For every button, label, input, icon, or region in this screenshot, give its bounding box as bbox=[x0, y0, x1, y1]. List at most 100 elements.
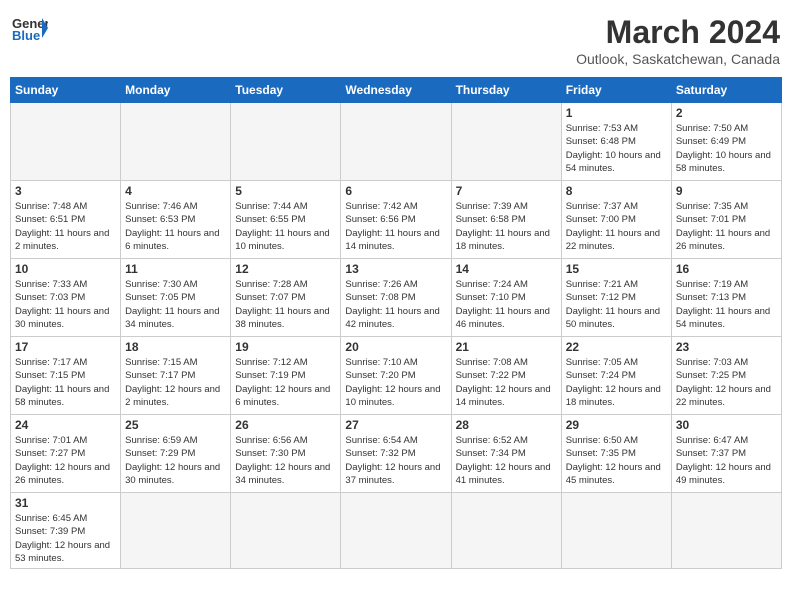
calendar-cell: 2 Sunrise: 7:50 AM Sunset: 6:49 PM Daylig… bbox=[671, 103, 781, 181]
day-number: 5 bbox=[235, 184, 336, 198]
day-info: Sunrise: 7:12 AM Sunset: 7:19 PM Dayligh… bbox=[235, 356, 336, 409]
calendar-cell: 12Sunrise: 7:28 AM Sunset: 7:07 PM Dayli… bbox=[231, 259, 341, 337]
day-info: Sunrise: 7:37 AM Sunset: 7:00 PM Dayligh… bbox=[566, 200, 667, 253]
day-number: 19 bbox=[235, 340, 336, 354]
calendar-cell: 5 Sunrise: 7:44 AM Sunset: 6:55 PM Daylig… bbox=[231, 181, 341, 259]
calendar-cell bbox=[11, 103, 121, 181]
calendar-cell: 14Sunrise: 7:24 AM Sunset: 7:10 PM Dayli… bbox=[451, 259, 561, 337]
day-number: 23 bbox=[676, 340, 777, 354]
day-number: 9 bbox=[676, 184, 777, 198]
day-info: Sunrise: 7:44 AM Sunset: 6:55 PM Dayligh… bbox=[235, 200, 336, 253]
week-row-2: 3Sunrise: 7:48 AM Sunset: 6:51 PM Daylig… bbox=[11, 181, 782, 259]
calendar-cell bbox=[671, 493, 781, 569]
day-number: 21 bbox=[456, 340, 557, 354]
day-info: Sunrise: 6:45 AM Sunset: 7:39 PM Dayligh… bbox=[15, 512, 116, 565]
day-number: 31 bbox=[15, 496, 116, 510]
day-number: 25 bbox=[125, 418, 226, 432]
calendar-cell: 4 Sunrise: 7:46 AM Sunset: 6:53 PM Daylig… bbox=[121, 181, 231, 259]
day-info: Sunrise: 7:17 AM Sunset: 7:15 PM Dayligh… bbox=[15, 356, 116, 409]
day-info: Sunrise: 7:46 AM Sunset: 6:53 PM Dayligh… bbox=[125, 200, 226, 253]
page-header: General Blue March 2024 Outlook, Saskatc… bbox=[10, 10, 782, 71]
calendar-cell: 15Sunrise: 7:21 AM Sunset: 7:12 PM Dayli… bbox=[561, 259, 671, 337]
day-info: Sunrise: 7:39 AM Sunset: 6:58 PM Dayligh… bbox=[456, 200, 557, 253]
day-info: Sunrise: 7:19 AM Sunset: 7:13 PM Dayligh… bbox=[676, 278, 777, 331]
week-row-3: 10 Sunrise: 7:33 AM Sunset: 7:03 PM Dayli… bbox=[11, 259, 782, 337]
calendar-cell bbox=[121, 493, 231, 569]
week-row-4: 17 Sunrise: 7:17 AM Sunset: 7:15 PM Dayli… bbox=[11, 337, 782, 415]
day-info: Sunrise: 7:33 AM Sunset: 7:03 PM Dayligh… bbox=[15, 278, 116, 331]
calendar-cell: 28 Sunrise: 6:52 AM Sunset: 7:34 PM Dayli… bbox=[451, 415, 561, 493]
day-number: 20 bbox=[345, 340, 446, 354]
calendar-cell: 23 Sunrise: 7:03 AM Sunset: 7:25 PM Dayli… bbox=[671, 337, 781, 415]
calendar-cell: 25 Sunrise: 6:59 AM Sunset: 7:29 PM Dayli… bbox=[121, 415, 231, 493]
day-info: Sunrise: 7:03 AM Sunset: 7:25 PM Dayligh… bbox=[676, 356, 777, 409]
logo: General Blue bbox=[12, 14, 48, 42]
day-info: Sunrise: 7:24 AM Sunset: 7:10 PM Dayligh… bbox=[456, 278, 557, 331]
day-number: 27 bbox=[345, 418, 446, 432]
day-number: 16 bbox=[676, 262, 777, 276]
calendar-cell: 8 Sunrise: 7:37 AM Sunset: 7:00 PM Daylig… bbox=[561, 181, 671, 259]
day-number: 6 bbox=[345, 184, 446, 198]
day-number: 28 bbox=[456, 418, 557, 432]
weekday-header-tuesday: Tuesday bbox=[231, 78, 341, 103]
day-number: 4 bbox=[125, 184, 226, 198]
day-info: Sunrise: 6:52 AM Sunset: 7:34 PM Dayligh… bbox=[456, 434, 557, 487]
calendar-cell bbox=[341, 103, 451, 181]
calendar-cell: 17 Sunrise: 7:17 AM Sunset: 7:15 PM Dayli… bbox=[11, 337, 121, 415]
calendar-cell bbox=[451, 103, 561, 181]
calendar-cell: 22Sunrise: 7:05 AM Sunset: 7:24 PM Dayli… bbox=[561, 337, 671, 415]
svg-text:Blue: Blue bbox=[12, 28, 40, 42]
day-info: Sunrise: 7:50 AM Sunset: 6:49 PM Dayligh… bbox=[676, 122, 777, 175]
location-subtitle: Outlook, Saskatchewan, Canada bbox=[576, 51, 780, 67]
day-number: 18 bbox=[125, 340, 226, 354]
day-info: Sunrise: 7:01 AM Sunset: 7:27 PM Dayligh… bbox=[15, 434, 116, 487]
weekday-header-row: SundayMondayTuesdayWednesdayThursdayFrid… bbox=[11, 78, 782, 103]
day-number: 17 bbox=[15, 340, 116, 354]
day-number: 1 bbox=[566, 106, 667, 120]
day-info: Sunrise: 7:28 AM Sunset: 7:07 PM Dayligh… bbox=[235, 278, 336, 331]
day-number: 2 bbox=[676, 106, 777, 120]
day-number: 13 bbox=[345, 262, 446, 276]
logo-icon: General Blue bbox=[12, 14, 48, 42]
calendar-table: SundayMondayTuesdayWednesdayThursdayFrid… bbox=[10, 77, 782, 569]
weekday-header-sunday: Sunday bbox=[11, 78, 121, 103]
calendar-cell: 21 Sunrise: 7:08 AM Sunset: 7:22 PM Dayli… bbox=[451, 337, 561, 415]
day-info: Sunrise: 7:53 AM Sunset: 6:48 PM Dayligh… bbox=[566, 122, 667, 175]
calendar-cell: 7Sunrise: 7:39 AM Sunset: 6:58 PM Daylig… bbox=[451, 181, 561, 259]
day-number: 29 bbox=[566, 418, 667, 432]
day-info: Sunrise: 6:50 AM Sunset: 7:35 PM Dayligh… bbox=[566, 434, 667, 487]
calendar-cell bbox=[561, 493, 671, 569]
calendar-cell: 3Sunrise: 7:48 AM Sunset: 6:51 PM Daylig… bbox=[11, 181, 121, 259]
calendar-cell: 30Sunrise: 6:47 AM Sunset: 7:37 PM Dayli… bbox=[671, 415, 781, 493]
calendar-cell: 6Sunrise: 7:42 AM Sunset: 6:56 PM Daylig… bbox=[341, 181, 451, 259]
day-info: Sunrise: 7:05 AM Sunset: 7:24 PM Dayligh… bbox=[566, 356, 667, 409]
calendar-cell: 26Sunrise: 6:56 AM Sunset: 7:30 PM Dayli… bbox=[231, 415, 341, 493]
calendar-cell: 29 Sunrise: 6:50 AM Sunset: 7:35 PM Dayli… bbox=[561, 415, 671, 493]
day-info: Sunrise: 6:59 AM Sunset: 7:29 PM Dayligh… bbox=[125, 434, 226, 487]
weekday-header-monday: Monday bbox=[121, 78, 231, 103]
day-info: Sunrise: 7:10 AM Sunset: 7:20 PM Dayligh… bbox=[345, 356, 446, 409]
weekday-header-thursday: Thursday bbox=[451, 78, 561, 103]
weekday-header-wednesday: Wednesday bbox=[341, 78, 451, 103]
day-info: Sunrise: 7:08 AM Sunset: 7:22 PM Dayligh… bbox=[456, 356, 557, 409]
calendar-cell bbox=[231, 493, 341, 569]
calendar-cell: 20 Sunrise: 7:10 AM Sunset: 7:20 PM Dayli… bbox=[341, 337, 451, 415]
day-info: Sunrise: 7:15 AM Sunset: 7:17 PM Dayligh… bbox=[125, 356, 226, 409]
calendar-cell bbox=[341, 493, 451, 569]
week-row-5: 24Sunrise: 7:01 AM Sunset: 7:27 PM Dayli… bbox=[11, 415, 782, 493]
day-info: Sunrise: 7:30 AM Sunset: 7:05 PM Dayligh… bbox=[125, 278, 226, 331]
weekday-header-friday: Friday bbox=[561, 78, 671, 103]
weekday-header-saturday: Saturday bbox=[671, 78, 781, 103]
calendar-cell: 19 Sunrise: 7:12 AM Sunset: 7:19 PM Dayli… bbox=[231, 337, 341, 415]
calendar-cell: 31 Sunrise: 6:45 AM Sunset: 7:39 PM Dayli… bbox=[11, 493, 121, 569]
day-info: Sunrise: 6:47 AM Sunset: 7:37 PM Dayligh… bbox=[676, 434, 777, 487]
calendar-cell bbox=[451, 493, 561, 569]
calendar-cell: 27Sunrise: 6:54 AM Sunset: 7:32 PM Dayli… bbox=[341, 415, 451, 493]
calendar-cell bbox=[231, 103, 341, 181]
day-number: 10 bbox=[15, 262, 116, 276]
day-number: 8 bbox=[566, 184, 667, 198]
calendar-cell: 18 Sunrise: 7:15 AM Sunset: 7:17 PM Dayli… bbox=[121, 337, 231, 415]
calendar-cell: 13Sunrise: 7:26 AM Sunset: 7:08 PM Dayli… bbox=[341, 259, 451, 337]
day-info: Sunrise: 7:21 AM Sunset: 7:12 PM Dayligh… bbox=[566, 278, 667, 331]
week-row-1: 1 Sunrise: 7:53 AM Sunset: 6:48 PM Daylig… bbox=[11, 103, 782, 181]
